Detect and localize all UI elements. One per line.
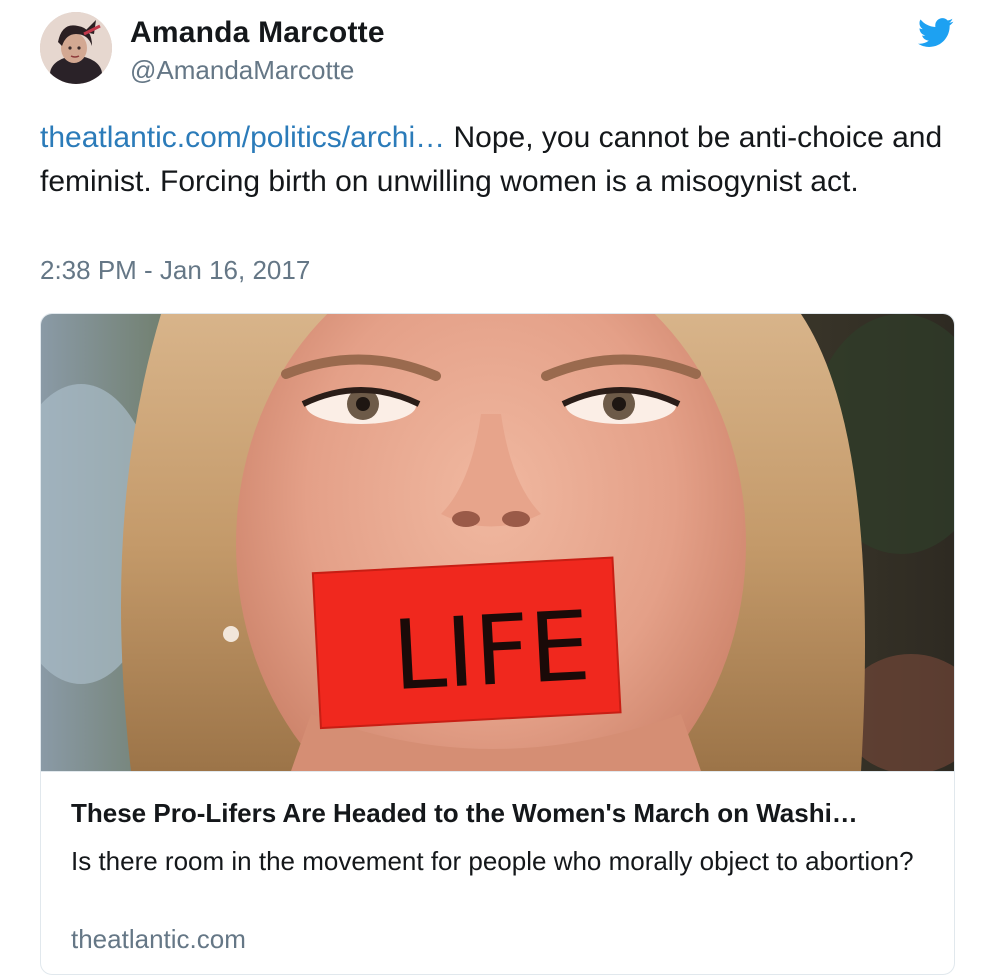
card-domain: theatlantic.com <box>71 924 246 954</box>
tweet-embed: Amanda Marcotte @AmandaMarcotte theatlan… <box>0 0 983 975</box>
tweet-timestamp[interactable]: 2:38 PM - Jan 16, 2017 <box>40 255 310 286</box>
tape-text: LIFE <box>390 590 593 712</box>
display-name[interactable]: Amanda Marcotte <box>130 16 385 50</box>
tweet-link[interactable]: theatlantic.com/politics/archi… <box>40 121 445 154</box>
avatar[interactable] <box>40 12 112 84</box>
avatar-photo <box>40 12 112 84</box>
user-handle[interactable]: @AmandaMarcotte <box>130 55 354 86</box>
card-image: LIFE <box>41 314 954 844</box>
card-description: Is there room in the movement for people… <box>71 846 914 876</box>
link-card[interactable]: LIFE These Pro-Lifers Are Headed to the … <box>40 313 955 975</box>
card-title[interactable]: These Pro-Lifers Are Headed to the Women… <box>71 798 931 829</box>
tweet-text: theatlantic.com/politics/archi… Nope, yo… <box>40 116 955 204</box>
twitter-bird-icon[interactable] <box>918 18 954 48</box>
